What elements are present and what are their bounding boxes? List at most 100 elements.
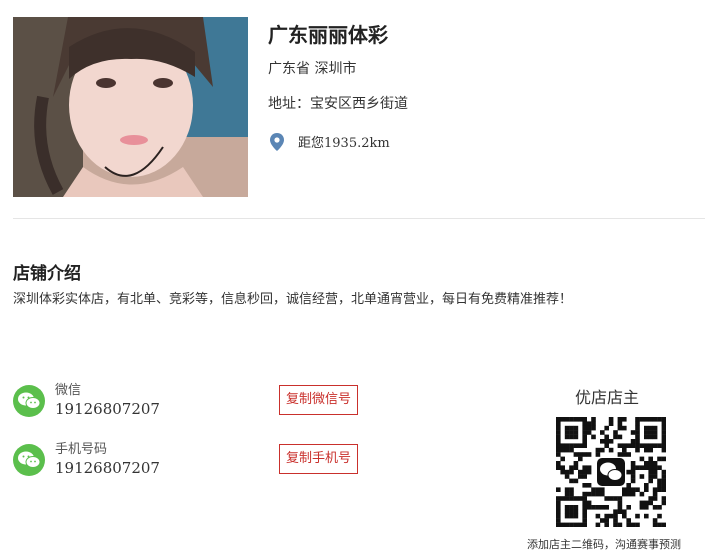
qr-module	[569, 447, 574, 453]
qr-module	[582, 434, 587, 440]
qr-module	[582, 421, 587, 426]
copy-phone-button[interactable]: 复制手机号	[279, 444, 359, 474]
qr-module	[648, 500, 653, 506]
qr-module	[657, 478, 662, 484]
qr-module	[661, 447, 667, 453]
qr-module	[569, 443, 574, 448]
qr-module	[661, 496, 667, 501]
qr-module	[556, 421, 561, 426]
qr-module	[639, 474, 645, 479]
qr-module	[630, 469, 636, 475]
qr-module	[578, 456, 583, 462]
qr-module	[573, 465, 579, 470]
qr-module	[600, 430, 605, 435]
qr-module	[630, 522, 636, 528]
qr-module	[582, 417, 587, 422]
qr-title: 优店店主	[575, 388, 640, 407]
qr-module	[582, 465, 587, 470]
qr-module	[661, 500, 667, 506]
qr-module	[556, 447, 561, 453]
qr-module	[573, 452, 579, 457]
shop-region: 广东省 深圳市	[268, 61, 357, 77]
qr-module	[635, 434, 640, 440]
qr-module	[648, 469, 653, 475]
qr-module	[564, 443, 570, 448]
phone-number: 19126807207	[55, 459, 160, 477]
qr-module	[569, 465, 574, 470]
qr-module	[604, 496, 609, 501]
qr-module	[661, 425, 667, 431]
qr-module	[644, 465, 649, 470]
qr-module	[657, 443, 662, 448]
qr-module	[608, 417, 614, 422]
qr-module	[569, 491, 574, 497]
qr-module	[648, 430, 653, 435]
qr-module	[648, 465, 653, 470]
qr-module	[560, 469, 565, 475]
qr-module	[569, 478, 574, 484]
qr-module	[622, 513, 627, 519]
qr-module	[604, 522, 609, 528]
qr-module	[661, 430, 667, 435]
qr-module	[626, 469, 631, 475]
qr-module	[556, 452, 561, 457]
wechat-number: 19126807207	[55, 400, 160, 418]
qr-module	[617, 443, 623, 448]
shop-name: 广东丽丽体彩	[268, 23, 388, 47]
qr-module	[600, 447, 605, 453]
qr-module	[661, 421, 667, 426]
qr-module	[560, 443, 565, 448]
qr-module	[617, 452, 623, 457]
qr-module	[591, 434, 596, 440]
qr-module	[569, 417, 574, 422]
qr-module	[578, 417, 583, 422]
qr-module	[626, 491, 631, 497]
qr-module	[591, 491, 596, 497]
qr-module	[648, 417, 653, 422]
qr-module	[617, 500, 623, 506]
qr-module	[635, 513, 640, 519]
qr-module	[613, 518, 618, 523]
qr-module	[591, 425, 596, 431]
qr-module	[556, 465, 561, 470]
qr-module	[595, 513, 601, 519]
qr-module	[648, 447, 653, 453]
qr-module	[613, 513, 618, 519]
qr-module	[652, 491, 658, 497]
qr-module	[573, 513, 579, 519]
qr-module	[644, 513, 649, 519]
qr-module	[652, 487, 658, 492]
qr-module	[661, 443, 667, 448]
copy-wechat-button[interactable]: 复制微信号	[279, 385, 359, 415]
qr-module	[573, 509, 579, 514]
qr-module	[652, 425, 658, 431]
qr-module	[630, 443, 636, 448]
distance-row: 距您1935.2km	[270, 132, 390, 151]
qr-module	[586, 500, 592, 506]
qr-module	[586, 483, 592, 488]
qr-module	[639, 456, 645, 462]
qr-module	[578, 522, 583, 528]
shop-owner-photo	[13, 17, 248, 197]
qr-module	[630, 465, 636, 470]
shop-address: 地址：宝安区西乡街道	[268, 96, 408, 112]
qr-module	[635, 522, 640, 528]
qr-module	[617, 505, 623, 510]
qr-module	[604, 505, 609, 510]
qr-module	[573, 505, 579, 510]
qr-module	[657, 456, 662, 462]
qr-module	[657, 505, 662, 510]
qr-module	[635, 417, 640, 422]
qr-module	[578, 443, 583, 448]
qr-module	[644, 417, 649, 422]
qr-module	[608, 439, 614, 444]
qr-module	[586, 491, 592, 497]
qr-module	[564, 505, 570, 510]
qr-module	[661, 487, 667, 492]
qr-module	[582, 496, 587, 501]
qr-module	[604, 513, 609, 519]
qr-module	[564, 522, 570, 528]
qr-module	[652, 434, 658, 440]
intro-title: 店铺介绍	[13, 264, 81, 284]
qr-module	[635, 465, 640, 470]
